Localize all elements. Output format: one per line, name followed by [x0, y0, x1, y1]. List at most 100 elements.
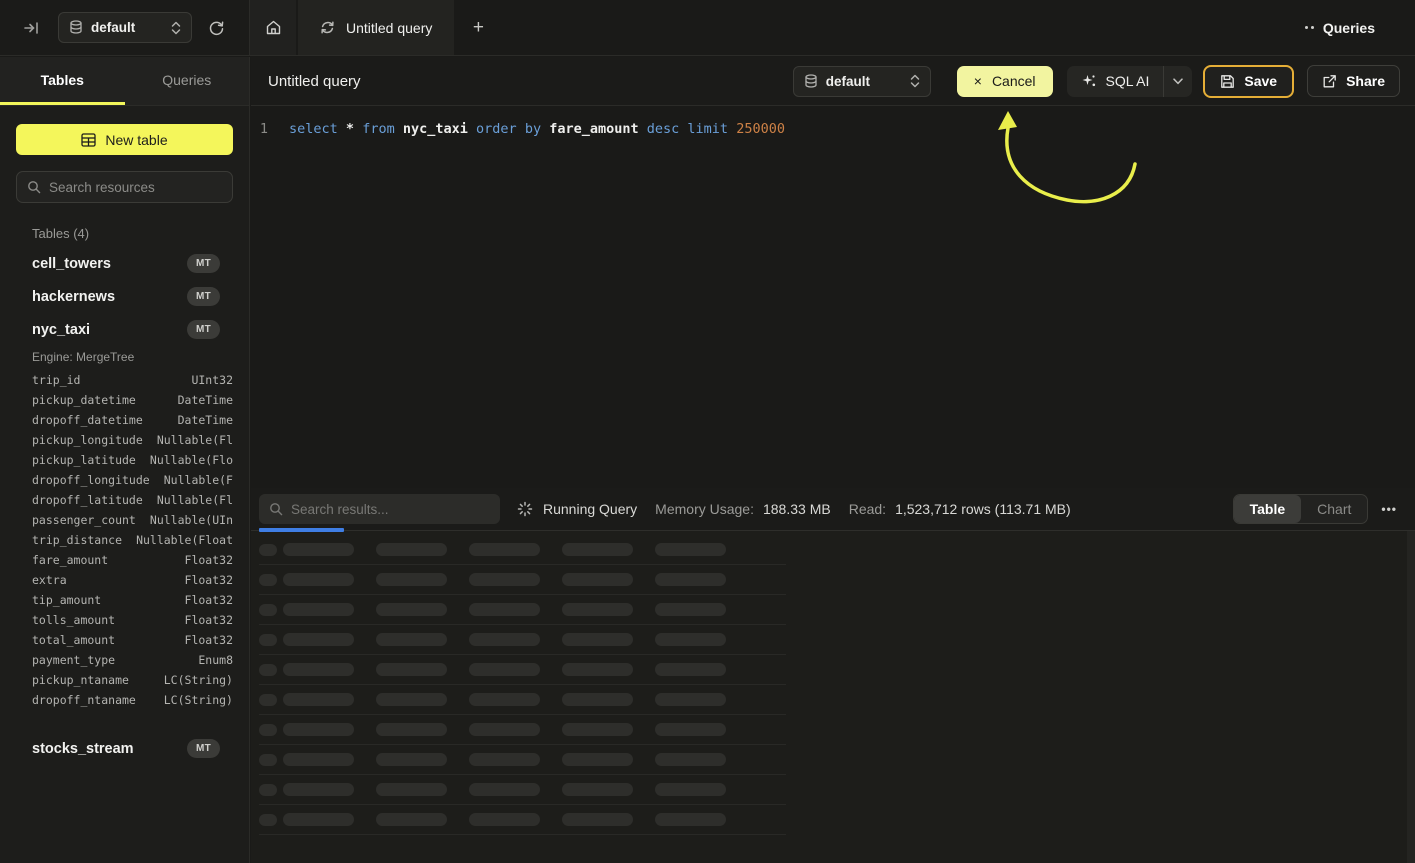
skeleton-cell — [469, 543, 562, 556]
column-row[interactable]: dropoff_longitudeNullable(F — [32, 470, 233, 490]
table-name: cell_towers — [32, 256, 111, 272]
share-icon — [1322, 74, 1337, 89]
column-row[interactable]: trip_distance Nullable(Float — [32, 530, 233, 550]
column-row[interactable]: tip_amountFloat32 — [32, 590, 233, 610]
queries-label: Queries — [1323, 20, 1375, 36]
skeleton-cell — [283, 663, 376, 676]
view-toggle-chart[interactable]: Chart — [1301, 495, 1367, 523]
column-type: LC(String) — [164, 690, 233, 710]
sql-token — [395, 121, 403, 137]
skeleton-cell — [376, 693, 469, 706]
column-row[interactable]: fare_amountFloat32 — [32, 550, 233, 570]
sql-ai-label: SQL AI — [1106, 73, 1150, 89]
table-item-cell_towers[interactable]: cell_towers MT — [0, 247, 249, 280]
query-database-selector[interactable]: default — [793, 66, 931, 97]
skeleton-cell — [283, 573, 376, 586]
sidebar-tab-tables[interactable]: Tables — [0, 57, 125, 105]
column-row[interactable]: pickup_ntanameLC(String) — [32, 670, 233, 690]
resource-search-input[interactable] — [49, 180, 226, 195]
skeleton-cell — [469, 753, 562, 766]
table-row — [259, 775, 786, 805]
column-type: Float32 — [185, 590, 233, 610]
skeleton-row-number — [259, 634, 277, 646]
skeleton-cell — [283, 813, 376, 826]
column-row[interactable]: dropoff_ntanameLC(String) — [32, 690, 233, 710]
column-type: Nullable(Fl — [157, 490, 233, 510]
skeleton-cell — [655, 633, 748, 646]
queries-link[interactable]: Queries — [1305, 0, 1415, 55]
vertical-scrollbar[interactable] — [1407, 531, 1415, 863]
skeleton-cell — [562, 543, 655, 556]
column-row[interactable]: total_amountFloat32 — [32, 630, 233, 650]
sql-token: order — [476, 121, 517, 137]
column-name: pickup_ntaname — [32, 670, 129, 690]
cancel-label: Cancel — [992, 73, 1036, 89]
table-name: nyc_taxi — [32, 322, 90, 338]
cancel-button[interactable]: × Cancel — [957, 66, 1053, 97]
column-row[interactable]: trip_idUInt32 — [32, 370, 233, 390]
refresh-icon[interactable] — [202, 14, 230, 42]
skeleton-cell — [655, 603, 748, 616]
column-row[interactable]: payment_typeEnum8 — [32, 650, 233, 670]
sql-editor[interactable]: 1 select * from nyc_taxi order by fare_a… — [251, 106, 1415, 488]
skeleton-cell — [469, 603, 562, 616]
skeleton-row-number — [259, 574, 277, 586]
skeleton-cell — [283, 543, 376, 556]
table-row — [259, 685, 786, 715]
column-type: Nullable(Float — [136, 530, 233, 550]
column-row[interactable]: pickup_datetimeDateTime — [32, 390, 233, 410]
skeleton-cell — [562, 753, 655, 766]
column-type: Float32 — [185, 550, 233, 570]
query-running-icon — [320, 20, 335, 35]
new-tab-button[interactable]: + — [454, 0, 502, 55]
column-name: tolls_amount — [32, 610, 115, 630]
skeleton-cell — [655, 543, 748, 556]
tab-untitled-query[interactable]: Untitled query — [298, 0, 454, 55]
results-search-input[interactable] — [291, 502, 490, 517]
column-type: Nullable(Fl — [157, 430, 233, 450]
column-type: Nullable(F — [164, 470, 233, 490]
database-selector[interactable]: default — [58, 12, 192, 43]
home-button[interactable] — [250, 0, 296, 55]
sidebar: Tables Queries New table Tables (4) cell… — [0, 57, 250, 863]
results-table-skeleton — [251, 531, 1415, 835]
share-button[interactable]: Share — [1307, 65, 1400, 97]
column-row[interactable]: passenger_countNullable(UIn — [32, 510, 233, 530]
column-row[interactable]: pickup_longitudeNullable(Fl — [32, 430, 233, 450]
loading-spinner-icon — [517, 501, 533, 517]
column-name: trip_distance — [32, 530, 122, 550]
column-row[interactable]: pickup_latitudeNullable(Flo — [32, 450, 233, 470]
sql-ai-dropdown[interactable] — [1164, 66, 1192, 97]
sql-ai-main[interactable]: SQL AI — [1067, 66, 1164, 97]
column-row[interactable]: dropoff_datetimeDateTime — [32, 410, 233, 430]
column-type: Nullable(UIn — [150, 510, 233, 530]
column-type: Float32 — [185, 630, 233, 650]
table-item-stocks_stream[interactable]: stocks_streamMT — [0, 732, 249, 765]
database-icon — [804, 74, 818, 89]
search-icon — [269, 502, 283, 516]
new-table-button[interactable]: New table — [16, 124, 233, 155]
query-progress-bar — [259, 528, 344, 532]
view-toggle: TableChart — [1233, 494, 1369, 524]
sql-code: select * from nyc_taxi order by fare_amo… — [277, 119, 785, 139]
read-value: 1,523,712 rows (113.71 MB) — [895, 501, 1071, 517]
more-options-button[interactable]: ••• — [1381, 502, 1397, 516]
table-row — [259, 715, 786, 745]
column-name: payment_type — [32, 650, 115, 670]
column-row[interactable]: dropoff_latitudeNullable(Fl — [32, 490, 233, 510]
engine-badge: MT — [187, 254, 220, 273]
column-row[interactable]: tolls_amountFloat32 — [32, 610, 233, 630]
collapse-sidebar-icon[interactable] — [20, 16, 44, 40]
view-toggle-table[interactable]: Table — [1234, 495, 1302, 523]
sidebar-tab-queries[interactable]: Queries — [125, 57, 250, 105]
skeleton-cell — [469, 573, 562, 586]
skeleton-cell — [376, 723, 469, 736]
skeleton-row-number — [259, 754, 277, 766]
table-item-nyc_taxi[interactable]: nyc_taxi MT — [0, 313, 249, 346]
table-item-hackernews[interactable]: hackernewsMT — [0, 280, 249, 313]
skeleton-cell — [469, 663, 562, 676]
save-button[interactable]: Save — [1203, 65, 1294, 98]
column-row[interactable]: extraFloat32 — [32, 570, 233, 590]
engine-badge: MT — [187, 320, 220, 339]
annotation-arrow — [251, 106, 1166, 488]
